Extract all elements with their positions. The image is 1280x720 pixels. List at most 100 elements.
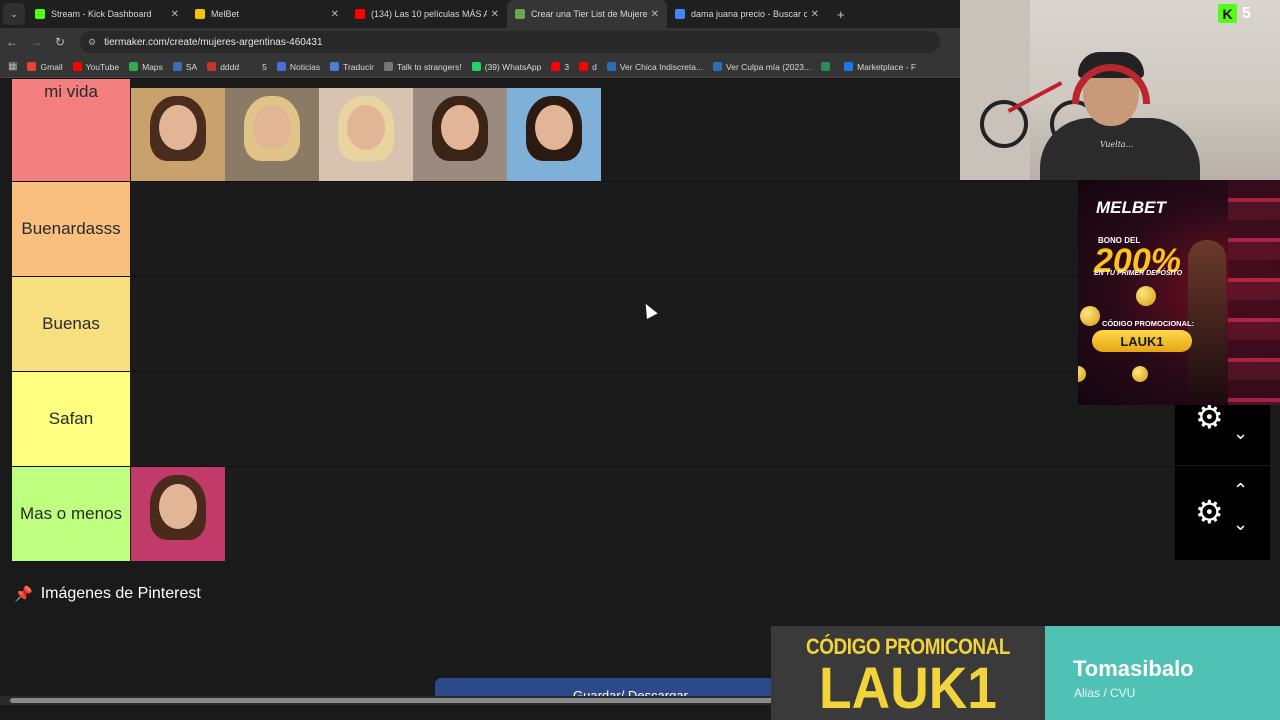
bookmark-label: Noticias [289,61,321,72]
bookmark-favicon-icon [72,62,82,71]
tier-drop-zone[interactable] [131,88,601,182]
bookmark-item[interactable] [821,62,834,72]
background-wall [960,0,1030,180]
apps-grid-icon[interactable]: ▦ [8,61,17,72]
gear-icon[interactable]: ⚙ [1195,496,1224,528]
melbet-icon [195,9,205,19]
bookmarks-bar: ▦ Gmail YouTube Maps SA dddd 5 Noticias Traduci… [0,56,960,78]
browser-tab[interactable]: Stream - Kick Dashboard ✕ [27,0,187,28]
tier-row: Buenas [12,276,1177,371]
bookmark-favicon-icon [471,62,481,71]
bookmark-favicon-icon [129,62,139,71]
address-bar[interactable]: ⚙ tiermaker.com/create/mujeres-argentina… [80,31,940,53]
tier-item-image[interactable] [225,88,319,182]
close-tab-icon[interactable]: ✕ [331,9,339,20]
bookmark-item[interactable]: YouTube [72,61,120,72]
tier-label[interactable]: Buenas [12,277,130,371]
browser-tab[interactable]: MelBet ✕ [187,0,347,28]
scrollbar-thumb[interactable] [10,698,785,703]
bookmark-favicon-icon [27,62,37,71]
tab-label: dama juana precio - Buscar con [691,9,807,19]
tier-label[interactable]: Mas o menos [12,467,130,561]
promo-code: LAUK1 [1092,330,1192,352]
tier-label[interactable]: Buenardasss [12,182,130,276]
tier-item-image[interactable] [319,88,413,182]
close-tab-icon[interactable]: ✕ [171,9,179,20]
bookmark-item[interactable]: Gmail [27,62,63,72]
tier-label-text: Safan [48,409,94,428]
back-icon[interactable]: ← [0,35,24,49]
bookmark-favicon-icon [713,62,723,71]
bookmark-item[interactable]: Marketplace - F [844,62,916,72]
forward-icon[interactable]: → [24,35,48,49]
tier-label[interactable]: Safan [12,372,130,466]
bookmark-item[interactable]: Talk to strangers! [383,62,462,72]
bookmark-item[interactable]: dddd [207,62,239,72]
pin-icon: 📌 [14,586,33,603]
tab-search-icon[interactable]: ⌄ [3,3,25,25]
bookmark-item[interactable]: Maps [129,62,163,72]
tier-drop-zone[interactable] [131,467,225,561]
portrait-face [253,104,291,151]
bonus-subtitle: EN TU PRIMER DEPÓSITO [1094,270,1183,277]
screen: ⌄ Stream - Kick Dashboard ✕ MelBet ✕ (134) L… [0,0,1280,720]
bookmark-item[interactable]: 5 [249,62,267,72]
chevron-up-icon[interactable]: ⌃ [1233,480,1248,501]
tier-row: Buenardasss [12,181,1177,276]
bookmark-favicon-icon [207,62,217,71]
promo-code-large: LAUK1 [819,656,997,720]
bookmark-label: 3 [564,61,570,72]
tier-label-text: mi vida [44,82,98,101]
pinterest-toggle[interactable]: 📌 Imágenes de Pinterest [14,585,201,603]
close-tab-icon[interactable]: ✕ [811,9,819,20]
bookmark-item[interactable]: Ver Chica Indiscreta... [606,61,704,72]
google-icon [675,9,685,19]
browser-tab[interactable]: Crear una Tier List de Mujeres a ✕ [507,0,667,28]
bookmark-label: (39) WhatsApp [484,61,542,72]
bookmark-label: Ver Chica Indiscreta... [619,61,704,72]
bookmark-label: YouTube [85,61,120,72]
tier-label[interactable]: mi vida [12,79,130,182]
bookmark-favicon-icon [383,62,393,71]
pinterest-label: Imágenes de Pinterest [40,585,201,602]
bookmark-label: 5 [262,61,267,72]
tier-label-text: Buenas [42,314,100,333]
tier-row: Safan [12,371,1177,466]
portrait-face [159,104,197,151]
kick-logo-icon: K [1218,4,1237,23]
slot-machines [1228,180,1280,405]
browser-tab[interactable]: dama juana precio - Buscar con ✕ [667,0,827,28]
bookmark-item[interactable]: Traducir [330,62,374,72]
bookmark-item[interactable]: (39) WhatsApp [471,61,542,72]
bookmark-item[interactable]: 3 [551,62,569,72]
bookmark-item[interactable]: Noticias [276,61,321,72]
tier-item-image[interactable] [131,467,225,561]
close-tab-icon[interactable]: ✕ [491,9,499,20]
bookmark-label: Ver Culpa mía (2023... [726,61,812,72]
coin-icon [1136,286,1156,306]
close-tab-icon[interactable]: ✕ [651,9,659,20]
tier-item-image[interactable] [413,88,507,182]
new-tab-icon[interactable]: + [837,7,845,22]
chevron-down-icon[interactable]: ⌄ [1233,514,1248,535]
tier-item-image[interactable] [507,88,601,182]
url-text: tiermaker.com/create/mujeres-argentinas-… [104,36,323,48]
chevron-down-icon[interactable]: ⌄ [1233,423,1248,444]
bookmark-item[interactable]: d [579,62,597,72]
gear-icon[interactable]: ⚙ [1195,401,1224,433]
alias-subtitle: Alias / CVU [1074,686,1136,700]
bookmark-favicon-icon [330,62,340,71]
coin-icon [1080,306,1100,326]
bookmark-item[interactable]: SA [172,62,197,72]
reload-icon[interactable]: ↻ [48,35,72,49]
promo-code-banner: CÓDIGO PROMICONAL LAUK1 [771,626,1045,720]
tier-item-image[interactable] [131,88,225,182]
bookmark-item[interactable]: Ver Culpa mía (2023... [713,62,811,72]
promo-label: CÓDIGO PROMOCIONAL: [1102,319,1195,328]
bookmark-label: Traducir [343,61,374,72]
tab-label: MelBet [211,9,240,19]
browser-tab[interactable]: (134) Las 10 películas MÁS ATE ✕ [347,0,507,28]
bookmark-favicon-icon [172,62,182,71]
site-info-icon[interactable]: ⚙ [88,37,96,48]
coin-icon [1078,366,1086,382]
